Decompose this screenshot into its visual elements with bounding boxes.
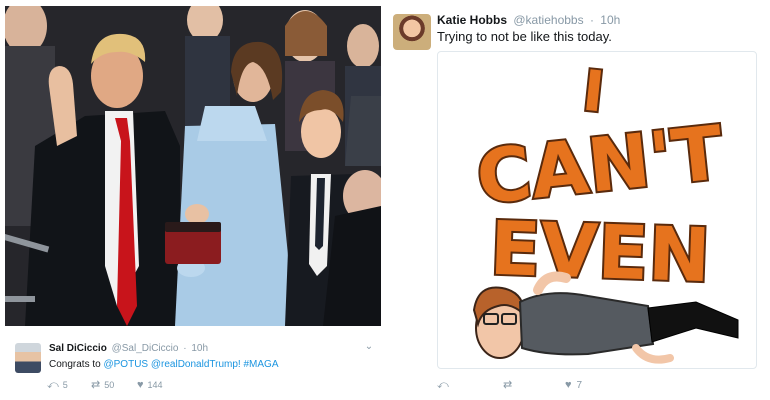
media-word-cant: CAN'T <box>473 110 728 221</box>
separator-dot: · <box>183 343 187 354</box>
author-handle[interactable]: @katiehobbs <box>513 13 583 27</box>
mention-trump-link[interactable]: @realDonaldTrump! <box>151 359 241 370</box>
left-tweet-footer: Sal DiCiccio @Sal_DiCiccio · 10h ⌄ Congr… <box>0 333 385 400</box>
inauguration-photo[interactable] <box>5 6 381 326</box>
cant-even-illustration: .ce { font-family: "DejaVu Sans", sans-s… <box>471 57 739 364</box>
inauguration-photo-illustration <box>5 6 381 326</box>
author-line: Katie Hobbs @katiehobbs · 10h <box>437 13 620 27</box>
heart-icon: ♥ <box>565 379 572 391</box>
media-word-even: EVEN <box>489 206 712 300</box>
chevron-down-icon[interactable]: ⌄ <box>362 341 376 355</box>
author-name[interactable]: Katie Hobbs <box>437 13 507 27</box>
reply-icon: ⤺ <box>437 379 449 391</box>
reply-button[interactable]: ⤺ 5 <box>47 379 68 391</box>
author-name[interactable]: Sal DiCiccio <box>49 343 107 354</box>
media-word-i: I <box>580 59 608 126</box>
reply-icon: ⤺ <box>47 379 59 391</box>
retweet-count: 50 <box>104 380 115 390</box>
cant-even-image[interactable]: .ce { font-family: "DejaVu Sans", sans-s… <box>437 51 757 369</box>
like-count: 144 <box>147 380 163 390</box>
heart-icon: ♥ <box>137 379 144 391</box>
tweet-time[interactable]: 10h <box>191 343 208 354</box>
retweet-button[interactable]: ⇄ 50 <box>91 379 114 391</box>
retweet-icon: ⇄ <box>503 379 513 391</box>
reply-count: 5 <box>62 380 68 390</box>
retweet-button[interactable]: ⇄ <box>503 379 512 391</box>
avatar[interactable] <box>15 343 41 373</box>
left-tweet: Sal DiCiccio @Sal_DiCiccio · 10h ⌄ Congr… <box>0 0 385 400</box>
like-count: 7 <box>576 380 583 391</box>
author-line: Sal DiCiccio @Sal_DiCiccio · 10h <box>49 343 208 354</box>
retweet-icon: ⇄ <box>91 379 101 391</box>
author-handle[interactable]: @Sal_DiCiccio <box>112 343 179 354</box>
mention-potus-link[interactable]: @POTUS <box>103 359 148 370</box>
tweet-text: Trying to not be like this today. <box>437 29 612 44</box>
right-tweet: Katie Hobbs @katiehobbs · 10h Trying to … <box>385 0 770 400</box>
tweet-text: Congrats to @POTUS @realDonaldTrump! #MA… <box>49 359 279 370</box>
like-button[interactable]: ♥ 144 <box>137 379 163 391</box>
separator-dot: · <box>589 13 594 27</box>
tweet-text-prefix: Congrats to <box>49 359 104 370</box>
reply-button[interactable]: ⤺ <box>437 379 449 391</box>
tweet-time[interactable]: 10h <box>600 13 620 27</box>
avatar[interactable] <box>393 14 431 50</box>
like-button[interactable]: ♥ 7 <box>565 379 582 391</box>
hashtag-link[interactable]: #MAGA <box>243 359 278 370</box>
